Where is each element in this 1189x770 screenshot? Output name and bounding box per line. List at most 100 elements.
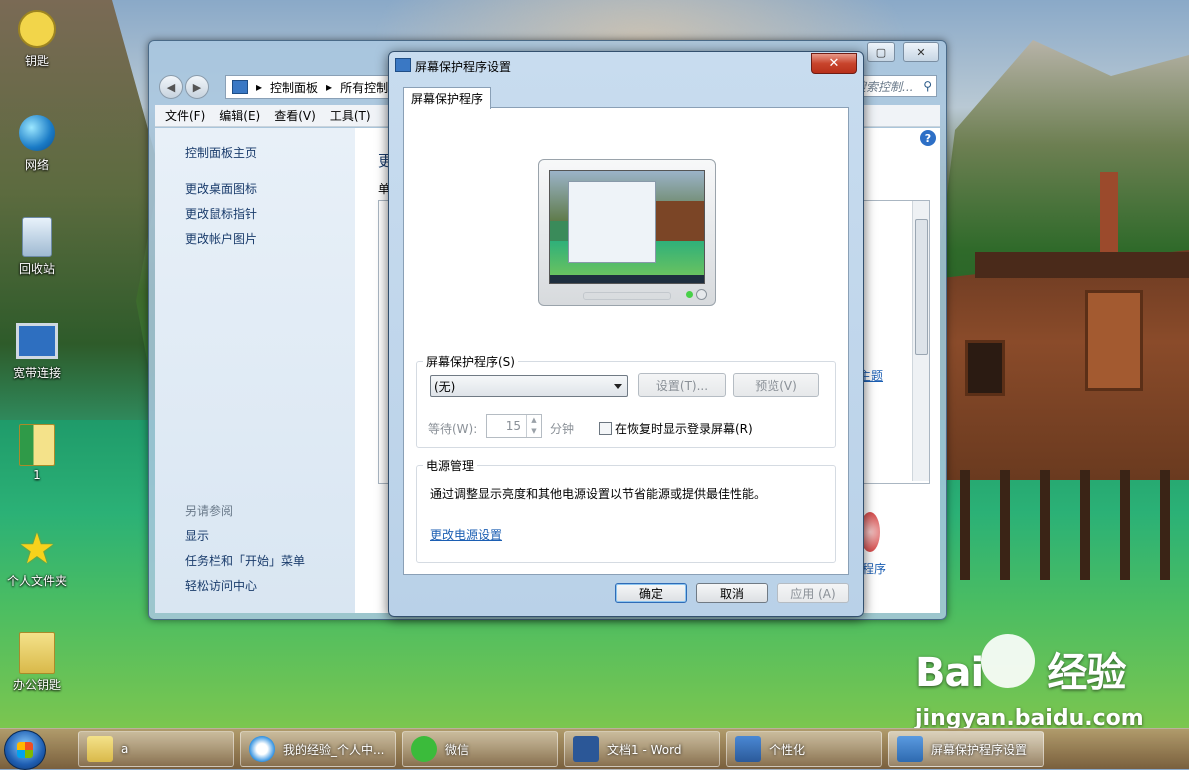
menu-file[interactable]: 文件(F): [165, 107, 205, 124]
minutes-label: 分钟: [550, 422, 575, 436]
menu-edit[interactable]: 编辑(E): [219, 107, 260, 124]
stepper-arrows[interactable]: ▲ ▼: [526, 415, 541, 437]
sidebar-link-desktop-icons[interactable]: 更改桌面图标: [185, 180, 257, 197]
breadcrumb-item[interactable]: 控制面板: [270, 79, 318, 96]
preview-window: [568, 181, 656, 263]
search-icon: ⚲: [923, 79, 932, 93]
screensaver-select[interactable]: (无): [430, 375, 628, 397]
forward-arrow-icon: ▶: [192, 80, 202, 94]
change-power-settings-link[interactable]: 更改电源设置: [430, 526, 502, 543]
watermark-brand-right: 经验: [1047, 650, 1126, 696]
sidebar-link-home[interactable]: 控制面板主页: [185, 144, 257, 161]
wait-value: 15: [505, 419, 521, 433]
tab-panel: 屏幕保护程序(S) (无) 设置(T)... 预览(V) 等待(W): 15 ▲…: [403, 107, 849, 575]
broadband-icon: [16, 320, 58, 362]
screensaver-icon: [395, 58, 411, 72]
maximize-button[interactable]: ▢: [867, 42, 895, 62]
taskbar-item-label: 我的经验_个人中...: [283, 742, 385, 757]
breadcrumb-separator-icon: ▸: [326, 80, 333, 94]
power-led-icon: [686, 291, 693, 298]
folder-icon: [16, 632, 58, 674]
folder-icon: [16, 424, 58, 466]
desktop-icon-folder-1[interactable]: 1: [2, 424, 72, 482]
watermark-brand-left: Bai: [915, 650, 984, 696]
desktop-icon-personal-folder[interactable]: ★ 个人文件夹: [2, 528, 72, 589]
sidebar-link-account-picture[interactable]: 更改帐户图片: [185, 230, 257, 247]
control-panel-icon: [232, 80, 248, 94]
taskbar-item-label: 个性化: [769, 742, 806, 757]
control-panel-sidebar: 控制面板主页 更改桌面图标 更改鼠标指针 更改帐户图片 另请参阅 显示 任务栏和…: [155, 128, 355, 613]
menu-view[interactable]: 查看(V): [274, 107, 316, 124]
desktop-icon-label: 个人文件夹: [6, 574, 67, 588]
see-also-link-taskbar[interactable]: 任务栏和「开始」菜单: [185, 552, 305, 569]
desktop-icon-key[interactable]: 钥匙: [2, 8, 72, 69]
resume-checkbox-label[interactable]: 在恢复时显示登录屏幕(R): [615, 420, 753, 437]
see-also-link-ease-of-access[interactable]: 轻松访问中心: [185, 577, 257, 594]
breadcrumb-item[interactable]: 所有控制: [340, 79, 388, 96]
power-description: 通过调整显示亮度和其他电源设置以节省能源或提供最佳性能。: [430, 487, 767, 501]
back-arrow-icon: ◀: [166, 80, 176, 94]
screensaver-icon: [897, 736, 923, 762]
key-icon: [16, 8, 58, 50]
maximize-icon: ▢: [875, 45, 887, 59]
wechat-icon: [411, 736, 437, 762]
wait-stepper[interactable]: 15 ▲ ▼: [486, 414, 542, 438]
power-group-label: 电源管理: [426, 459, 475, 473]
screensaver-settings-dialog[interactable]: 屏幕保护程序设置 ✕ 屏幕保护程序 屏幕保护程序(S) (无) 设置(T)...…: [388, 51, 864, 617]
ok-button[interactable]: 确定: [615, 583, 687, 603]
preview-button[interactable]: 预览(V): [733, 373, 819, 397]
taskbar: a 我的经验_个人中... 微信 文档1 - Word 个性化 屏幕保护程序设置: [0, 728, 1189, 770]
wallpaper-cabin-window: [965, 340, 1005, 396]
desktop-icon-office-key[interactable]: 办公钥匙: [2, 632, 72, 693]
taskbar-item-word[interactable]: 文档1 - Word: [564, 731, 720, 767]
power-management-group: 电源管理: [416, 457, 836, 563]
theme-list-scrollbar[interactable]: [912, 201, 929, 481]
chevron-up-icon: ▲: [531, 416, 537, 424]
taskbar-item-wechat[interactable]: 微信: [402, 731, 558, 767]
apply-button[interactable]: 应用 (A): [777, 583, 849, 603]
screensaver-select-value: (无): [434, 379, 456, 394]
network-icon: [16, 112, 58, 154]
cancel-button[interactable]: 取消: [696, 583, 768, 603]
wallpaper-cabin-window: [1085, 290, 1143, 391]
taskbar-item-personalize[interactable]: 个性化: [726, 731, 882, 767]
baidu-jingyan-watermark: Bai 经验 jingyan.baidu.com: [915, 634, 1144, 731]
chevron-down-icon: ▼: [531, 427, 537, 435]
desktop-icon-label: 1: [33, 468, 41, 482]
desktop-icon-recycle-bin[interactable]: 回收站: [2, 216, 72, 277]
taskbar-item-folder-a[interactable]: a: [78, 731, 234, 767]
power-button-icon: [696, 289, 707, 300]
preview-cabin: [656, 201, 704, 241]
monitor-slot: [583, 292, 671, 300]
help-icon[interactable]: ?: [920, 130, 936, 146]
taskbar-item-browser[interactable]: 我的经验_个人中...: [240, 731, 396, 767]
wallpaper-cabin-roof: [975, 252, 1189, 278]
desktop-icon-label: 钥匙: [24, 54, 49, 68]
personalize-icon: [735, 736, 761, 762]
tab-screensaver[interactable]: 屏幕保护程序: [403, 87, 491, 109]
scrollbar-thumb[interactable]: [915, 219, 928, 355]
monitor-preview: [538, 159, 716, 306]
desktop-icon-network[interactable]: 网络: [2, 112, 72, 173]
see-also-link-display[interactable]: 显示: [185, 527, 209, 544]
star-folder-icon: ★: [18, 524, 56, 573]
browser-icon: [249, 736, 275, 762]
dialog-title: 屏幕保护程序设置: [415, 60, 512, 74]
close-button[interactable]: ✕: [903, 42, 939, 62]
settings-button[interactable]: 设置(T)...: [638, 373, 726, 397]
see-also-heading: 另请参阅: [185, 504, 234, 518]
preview-taskbar: [550, 275, 704, 283]
wallpaper-stilts: [960, 470, 1189, 580]
menu-tools[interactable]: 工具(T): [330, 107, 371, 124]
back-button[interactable]: ◀: [159, 75, 183, 99]
desktop-icon-broadband[interactable]: 宽带连接: [2, 320, 72, 381]
forward-button[interactable]: ▶: [185, 75, 209, 99]
close-icon: ✕: [828, 56, 840, 71]
sidebar-link-mouse-pointers[interactable]: 更改鼠标指针: [185, 205, 257, 222]
taskbar-item-screensaver[interactable]: 屏幕保护程序设置: [888, 731, 1044, 767]
start-button[interactable]: [4, 730, 46, 770]
resume-checkbox[interactable]: [599, 422, 612, 435]
taskbar-item-label: a: [121, 742, 129, 756]
recycle-bin-icon: [16, 216, 58, 258]
dialog-close-button[interactable]: ✕: [811, 53, 857, 74]
